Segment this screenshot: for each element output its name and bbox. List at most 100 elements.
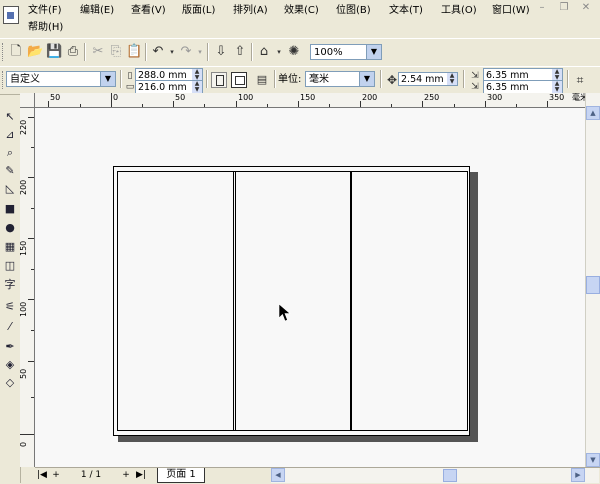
- menu-effects[interactable]: 效果(C): [284, 3, 319, 19]
- menu-file[interactable]: 文件(F): [28, 3, 62, 19]
- open-icon[interactable]: 📂: [27, 44, 43, 60]
- page-preset-combo[interactable]: 自定义 ▼: [6, 71, 116, 87]
- smart-fill-tool-icon[interactable]: ◺: [2, 181, 18, 197]
- toolbar-separator: [207, 43, 209, 61]
- zoom-level-value: 100%: [314, 47, 343, 58]
- menu-help[interactable]: 帮助(H): [28, 20, 63, 36]
- menu-arrange[interactable]: 排列(A): [233, 3, 268, 19]
- new-document-icon[interactable]: 🗋: [8, 44, 24, 60]
- eyedropper-tool-icon[interactable]: ⁄: [2, 319, 18, 335]
- add-page-after-icon[interactable]: +: [121, 469, 131, 482]
- menu-layout[interactable]: 版面(L): [182, 3, 215, 19]
- ruler-origin-corner[interactable]: [20, 93, 35, 108]
- toolbar-separator: [206, 70, 208, 88]
- vertical-scroll-thumb[interactable]: [586, 276, 600, 294]
- outline-tool-icon[interactable]: ✒: [2, 339, 18, 355]
- horizontal-ruler[interactable]: 50 0 50 100 150 200 250 300 350 毫米: [20, 93, 590, 108]
- nudge-distance-field[interactable]: 2.54 mm ▲ ▼: [398, 72, 458, 86]
- restore-icon[interactable]: ❐: [556, 2, 572, 14]
- toolbar-separator: [84, 43, 86, 61]
- redo-dropdown-icon[interactable]: ▾: [192, 44, 208, 60]
- ruler-label: 50: [50, 93, 61, 102]
- toolbar-grip[interactable]: [2, 43, 6, 61]
- print-icon[interactable]: ⎙: [65, 44, 81, 60]
- chevron-down-icon[interactable]: ▼: [100, 72, 115, 86]
- spin-arrows-icon[interactable]: ▲ ▼: [552, 81, 562, 93]
- brochure-panel-left[interactable]: [117, 171, 236, 431]
- pick-tool-icon[interactable]: ↖: [2, 109, 18, 125]
- property-bar: 自定义 ▼ ▯ ▭ 288.0 mm ▲ ▼ 216.0 mm ▲ ▼ ▤ 单位: …: [0, 66, 600, 95]
- units-combo[interactable]: 毫米 ▼: [305, 71, 375, 87]
- first-page-icon[interactable]: |◀: [37, 469, 47, 482]
- export-icon[interactable]: ⇧: [232, 44, 248, 60]
- page-tab[interactable]: 页面 1: [157, 468, 205, 483]
- toolbar-separator: [567, 70, 569, 88]
- toolbar-separator: [251, 43, 253, 61]
- spin-arrows-icon[interactable]: ▲ ▼: [192, 81, 202, 93]
- freehand-tool-icon[interactable]: ✎: [2, 163, 18, 179]
- corel-document-icon[interactable]: [3, 6, 19, 24]
- ruler-label: 300: [487, 93, 503, 102]
- scroll-up-icon[interactable]: ▲: [586, 106, 600, 120]
- close-icon[interactable]: ✕: [578, 2, 594, 14]
- duplicate-y-field[interactable]: 6.35 mm ▲ ▼: [483, 80, 563, 94]
- scroll-down-icon[interactable]: ▼: [586, 453, 600, 467]
- menu-window[interactable]: 窗口(W): [492, 3, 530, 19]
- document-page[interactable]: [113, 166, 470, 436]
- standard-toolbar: 🗋 📂 💾 ⎙ ✂ ⎘ 📋 ↶ ▾ ↷ ▾ ⇩ ⇧ ⌂ ▾ ✺ 100% ▼: [0, 38, 600, 67]
- paste-icon[interactable]: 📋: [126, 44, 142, 60]
- chevron-down-icon[interactable]: ▼: [359, 72, 374, 86]
- ruler-label: 250: [424, 93, 440, 102]
- toolbar-separator: [145, 43, 147, 61]
- basic-shapes-tool-icon[interactable]: ◫: [2, 258, 18, 274]
- scroll-right-icon[interactable]: ▶: [571, 468, 585, 482]
- menu-text[interactable]: 文本(T): [389, 3, 423, 19]
- menu-edit[interactable]: 编辑(E): [80, 3, 114, 19]
- menu-tools[interactable]: 工具(O): [441, 3, 477, 19]
- save-icon[interactable]: 💾: [46, 44, 62, 60]
- mouse-pointer-icon: [278, 303, 291, 322]
- page-height-field[interactable]: 216.0 mm ▲ ▼: [135, 80, 203, 94]
- ruler-label: 50: [175, 93, 186, 102]
- scroll-left-icon[interactable]: ◀: [271, 468, 285, 482]
- units-value: 毫米: [309, 74, 329, 85]
- menu-bitmaps[interactable]: 位图(B): [336, 3, 371, 19]
- ruler-label: 200: [20, 179, 28, 195]
- interactive-fill-tool-icon[interactable]: ◇: [2, 375, 18, 391]
- shape-tool-icon[interactable]: ⊿: [2, 127, 18, 143]
- copy-icon[interactable]: ⎘: [108, 44, 124, 60]
- text-tool-icon[interactable]: 字: [2, 277, 18, 293]
- cut-icon[interactable]: ✂: [90, 44, 106, 60]
- guidelines-icon[interactable]: ⌗: [572, 72, 588, 88]
- page-preset-value: 自定义: [10, 74, 40, 85]
- zoom-level-combo[interactable]: 100% ▼: [310, 44, 382, 60]
- minimize-icon[interactable]: –: [534, 2, 550, 14]
- rectangle-tool-icon[interactable]: ■: [2, 201, 18, 217]
- page-navigator-bar: |◀ + 1 / 1 + ▶| 页面 1 ◀ ▶: [35, 467, 600, 484]
- page-layout-icon[interactable]: ▤: [254, 72, 270, 88]
- application-launcher-icon[interactable]: ⌂: [256, 44, 272, 60]
- add-page-before-icon[interactable]: +: [51, 469, 61, 482]
- spin-arrows-icon[interactable]: ▲ ▼: [447, 73, 457, 85]
- portrait-button[interactable]: [211, 72, 227, 88]
- ellipse-tool-icon[interactable]: ●: [2, 220, 18, 236]
- fill-tool-icon[interactable]: ◈: [2, 357, 18, 373]
- corel-online-icon[interactable]: ✺: [286, 44, 302, 60]
- polygon-tool-icon[interactable]: ▦: [2, 239, 18, 255]
- launcher-dropdown-icon[interactable]: ▾: [271, 44, 287, 60]
- chevron-down-icon[interactable]: ▼: [366, 45, 381, 59]
- interactive-blend-tool-icon[interactable]: ⚟: [2, 299, 18, 315]
- toolbox: ↖ ⊿ ⌕ ✎ ◺ ■ ● ▦ ◫ 字 ⚟ ⁄ ✒ ◈ ◇: [0, 103, 21, 483]
- horizontal-scrollbar[interactable]: ◀ ▶: [271, 468, 599, 483]
- zoom-tool-icon[interactable]: ⌕: [2, 145, 18, 161]
- brochure-panel-right[interactable]: [350, 171, 468, 431]
- vertical-ruler[interactable]: 220 200 150 100 50 0: [20, 107, 35, 467]
- landscape-button[interactable]: [231, 72, 247, 88]
- brochure-panel-center[interactable]: [233, 171, 352, 431]
- menu-view[interactable]: 查看(V): [131, 3, 166, 19]
- vertical-scrollbar[interactable]: ▲ ▼: [585, 93, 600, 467]
- ruler-label: 220: [20, 119, 28, 135]
- import-icon[interactable]: ⇩: [213, 44, 229, 60]
- last-page-icon[interactable]: ▶|: [135, 469, 147, 482]
- horizontal-scroll-thumb[interactable]: [443, 469, 457, 482]
